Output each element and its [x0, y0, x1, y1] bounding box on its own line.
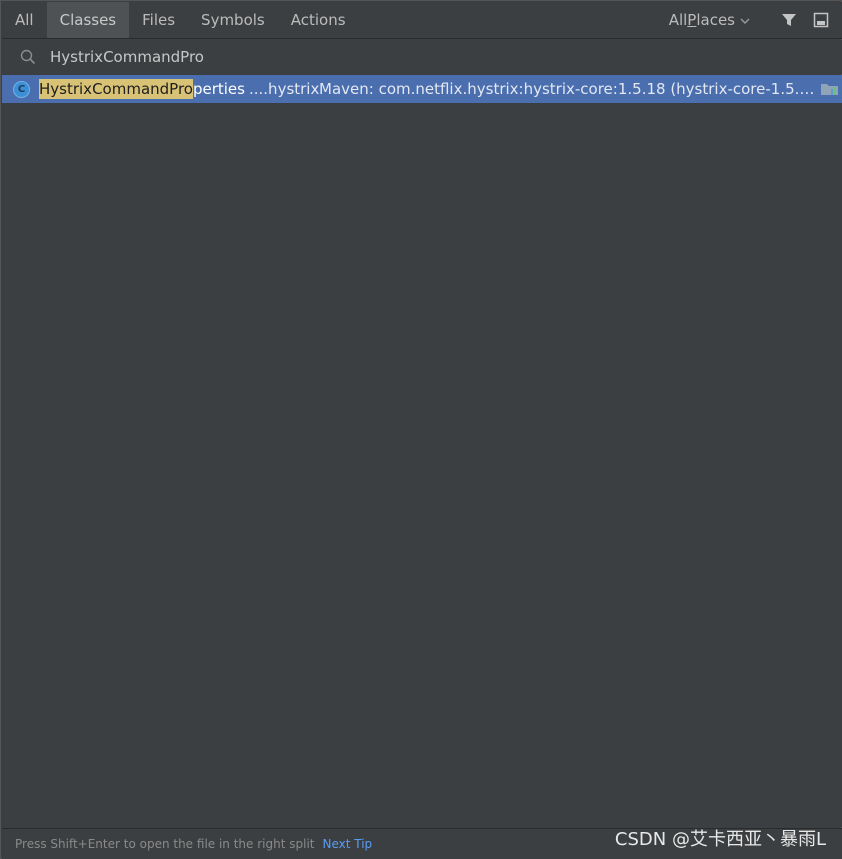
tab-files[interactable]: Files — [129, 2, 188, 38]
tab-actions[interactable]: Actions — [278, 2, 359, 38]
tab-classes[interactable]: Classes — [46, 2, 130, 38]
library-jar-icon — [820, 81, 840, 97]
watermark: CSDN @艾卡西亚丶暴雨L — [614, 829, 826, 850]
class-icon: C — [13, 80, 30, 98]
open-in-tool-window-icon[interactable] — [812, 11, 830, 29]
toolbar-right: All Places — [669, 2, 842, 38]
list-item[interactable]: C HystrixCommandProperties ....hystrix M… — [2, 75, 842, 103]
tab-symbols[interactable]: Symbols — [188, 2, 278, 38]
result-location: Maven: com.netflix.hystrix:hystrix-core:… — [319, 80, 821, 98]
result-class-name: HystrixCommandProperties — [39, 79, 245, 99]
match-highlight: HystrixCommandPro — [39, 79, 193, 99]
filter-icon[interactable] — [780, 11, 798, 29]
chevron-down-icon — [740, 11, 750, 29]
results-list: C HystrixCommandProperties ....hystrix M… — [2, 75, 842, 827]
scope-label-rest: laces — [696, 11, 735, 29]
result-class-name-rest: perties — [192, 80, 245, 98]
tab-bar: All Classes Files Symbols Actions All Pl… — [2, 2, 842, 39]
scope-label-mnemonic: P — [687, 11, 697, 29]
scope-label-prefix: All — [668, 11, 688, 29]
result-package: ....hystrix — [248, 80, 320, 98]
next-tip-link[interactable]: Next Tip — [322, 837, 372, 851]
search-icon — [19, 48, 37, 66]
search-row — [2, 40, 842, 74]
tab-all[interactable]: All — [2, 2, 47, 38]
search-input[interactable] — [50, 48, 810, 66]
footer-hint: Press Shift+Enter to open the file in th… — [15, 837, 315, 851]
scope-dropdown[interactable]: All Places — [669, 11, 750, 29]
search-everywhere-popup: All Classes Files Symbols Actions All Pl… — [0, 0, 842, 859]
